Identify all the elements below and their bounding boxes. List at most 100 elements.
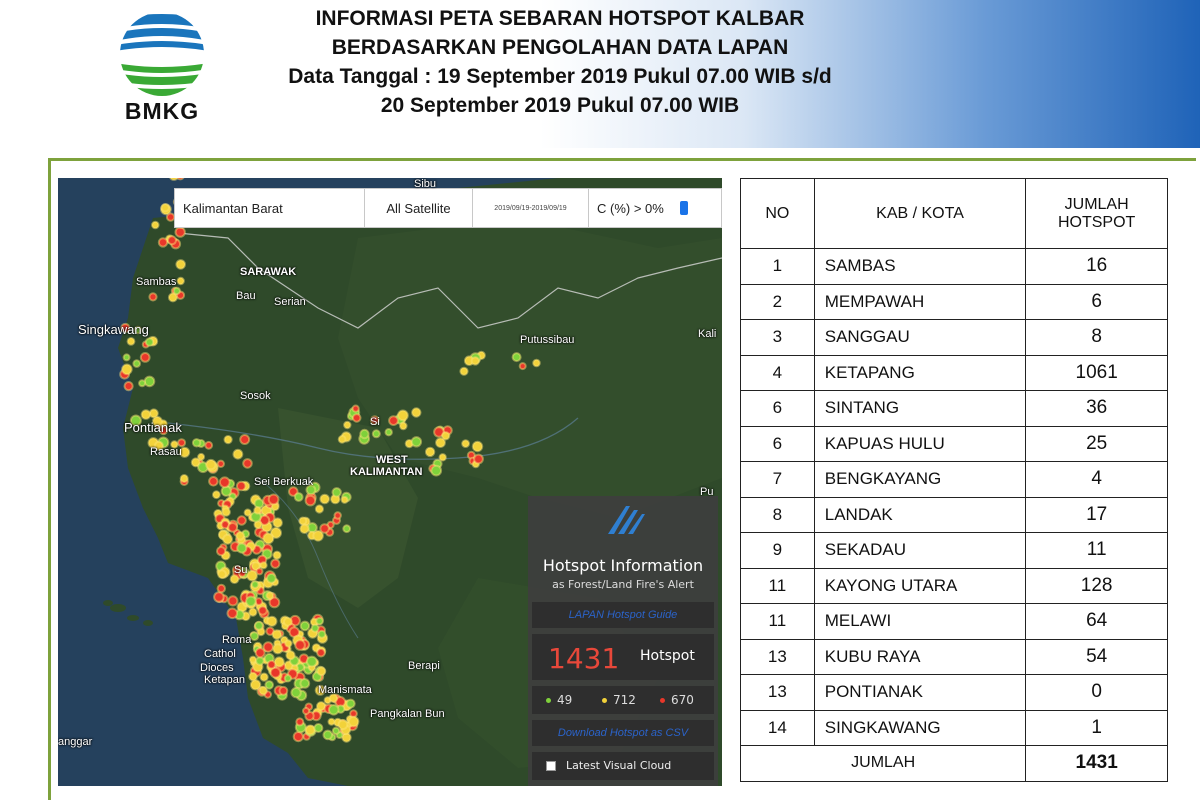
hotspot-marker[interactable] [430,464,443,477]
hotspot-marker[interactable] [121,363,133,376]
hotspot-marker[interactable] [278,685,289,696]
hotspot-marker[interactable] [221,507,231,517]
hotspot-marker[interactable] [314,504,324,514]
hotspot-marker[interactable] [216,583,227,594]
hotspot-marker[interactable] [248,655,258,664]
hotspot-marker[interactable] [246,569,258,582]
hotspot-marker[interactable] [511,352,522,363]
hotspot-marker[interactable] [345,698,356,709]
hotspot-marker[interactable] [175,259,186,270]
hotspot-marker[interactable] [132,359,141,368]
hotspot-marker[interactable] [239,434,251,445]
hotspot-marker[interactable] [123,381,134,392]
hotspot-marker[interactable] [271,629,283,640]
hotspot-marker[interactable] [254,620,264,631]
hotspot-marker[interactable] [232,448,244,460]
hotspot-marker[interactable] [304,724,316,736]
hotspot-marker[interactable] [148,292,158,302]
hotspot-marker[interactable] [266,572,277,584]
hotspot-marker[interactable] [253,506,262,515]
hotspot-marker[interactable] [285,650,296,661]
confidence-filter[interactable]: C (%) > 0% [589,189,721,227]
hotspot-marker[interactable] [204,440,214,450]
hotspot-marker[interactable] [384,428,393,437]
hotspot-marker[interactable] [438,453,447,462]
hotspot-marker[interactable] [343,420,352,430]
hotspot-marker[interactable] [139,352,151,363]
hotspot-marker[interactable] [216,546,227,557]
hotspot-marker[interactable] [316,666,327,677]
hotspot-marker[interactable] [236,515,247,526]
hotspot-marker[interactable] [340,495,349,504]
hotspot-marker[interactable] [167,235,177,246]
hotspot-marker[interactable] [227,522,239,533]
hotspot-marker[interactable] [473,453,484,465]
hotspot-marker[interactable] [461,439,471,449]
hotspot-marker[interactable] [151,220,160,230]
hotspot-marker[interactable] [397,409,409,422]
hotspot-marker[interactable] [337,719,349,731]
hotspot-marker[interactable] [305,655,318,668]
hotspot-marker[interactable] [266,659,277,670]
hotspot-marker[interactable] [226,607,239,620]
hotspot-guide-link[interactable]: LAPAN Hotspot Guide [532,602,714,628]
confidence-slider-handle[interactable] [679,201,688,215]
hotspot-marker[interactable] [471,440,484,453]
hotspot-marker[interactable] [245,595,257,608]
hotspot-marker[interactable] [327,717,336,726]
hotspot-marker[interactable] [317,629,327,639]
hotspot-marker[interactable] [299,678,311,689]
hotspot-marker[interactable] [319,523,330,534]
hotspot-marker[interactable] [218,476,231,489]
hotspot-marker[interactable] [322,729,334,741]
hotspot-marker[interactable] [292,731,304,743]
hotspot-marker[interactable] [259,561,268,570]
hotspot-marker[interactable] [267,493,280,506]
hotspot-marker[interactable] [371,429,381,439]
hotspot-marker[interactable] [213,591,225,603]
hotspot-marker[interactable] [236,542,248,554]
hotspot-marker[interactable] [212,490,221,500]
hotspot-marker[interactable] [266,615,278,627]
hotspot-marker[interactable] [411,407,422,418]
hotspot-marker[interactable] [126,337,136,346]
hotspot-marker[interactable] [140,409,152,420]
hotspot-marker[interactable] [229,574,240,585]
hotspot-marker[interactable] [470,356,480,366]
hotspot-marker[interactable] [217,569,227,580]
hotspot-marker[interactable] [235,531,245,541]
hotspot-marker[interactable] [313,723,324,733]
visual-cloud-checkbox[interactable] [546,761,556,771]
hotspot-marker[interactable] [255,567,264,576]
hotspot-marker[interactable] [299,620,311,632]
hotspot-marker[interactable] [283,616,293,627]
hotspot-marker[interactable] [262,532,275,545]
hotspot-marker[interactable] [459,366,469,376]
hotspot-marker[interactable] [302,707,310,715]
hotspot-marker[interactable] [333,511,342,520]
hotspot-marker[interactable] [337,434,347,444]
hotspot-marker[interactable] [138,379,147,388]
hotspot-marker[interactable] [270,558,281,569]
hotspot-marker[interactable] [254,647,266,659]
hotspot-marker[interactable] [351,413,362,423]
hotspot-marker[interactable] [176,178,185,181]
hotspot-marker[interactable] [331,487,342,498]
hotspot-marker[interactable] [399,421,408,431]
hotspot-marker[interactable] [258,685,268,696]
region-input[interactable]: Kalimantan Barat [175,189,365,227]
hotspot-marker[interactable] [310,623,320,633]
hotspot-marker[interactable] [248,671,258,682]
hotspot-marker[interactable] [176,276,185,286]
hotspot-marker[interactable] [235,480,247,492]
hotspot-marker[interactable] [223,435,233,445]
hotspot-marker[interactable] [290,686,302,699]
hotspot-marker[interactable] [304,494,317,507]
hotspot-marker[interactable] [359,428,370,440]
hotspot-marker[interactable] [191,438,202,448]
hotspot-marker[interactable] [227,595,239,607]
hotspot-marker[interactable] [298,516,308,526]
hotspot-marker[interactable] [388,415,399,427]
hotspot-marker[interactable] [157,237,169,248]
date-range-input[interactable]: 2019/09/19-2019/09/19 [473,189,589,227]
